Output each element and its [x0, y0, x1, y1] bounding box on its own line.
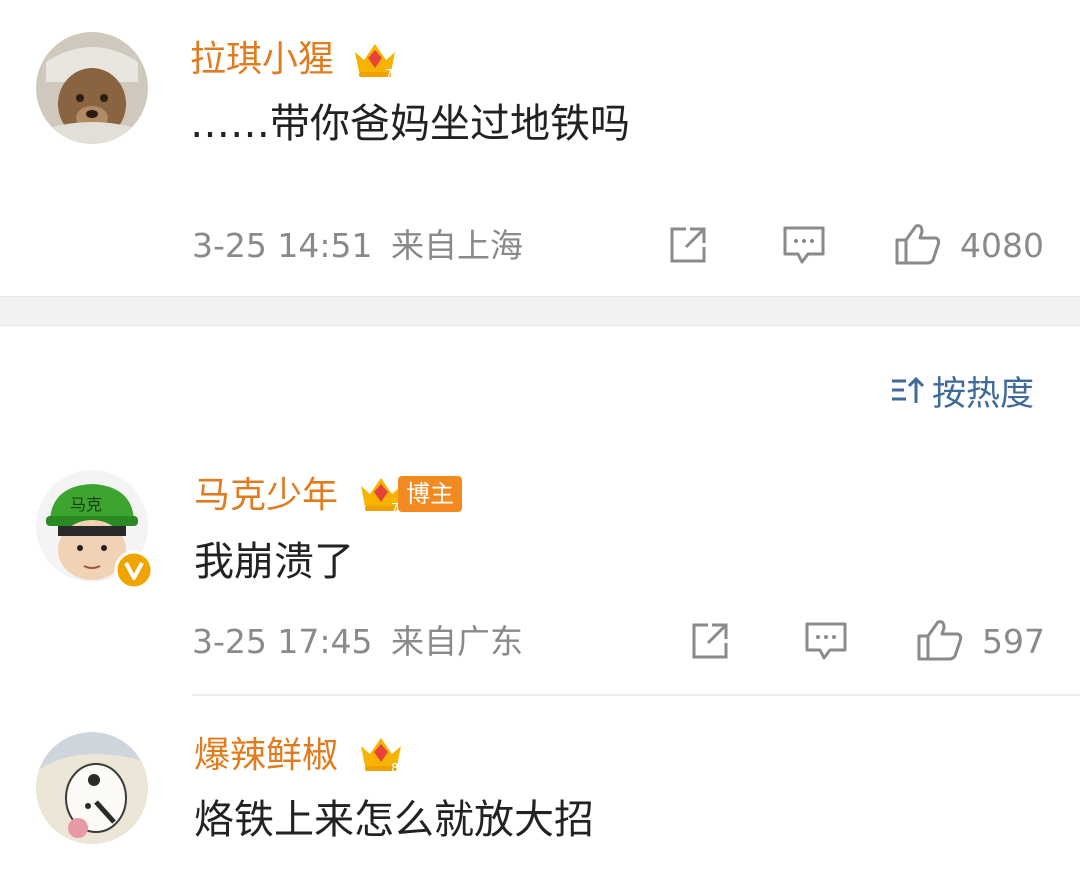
sort-by-heat-button[interactable]: 按热度 [890, 370, 1034, 414]
comment-item: 拉琪小猩 7 ……带你爸妈坐过地铁吗 3-25 14:51 来自上海 4080 [0, 0, 1080, 296]
like-count: 597 [982, 622, 1045, 661]
location: 来自上海 [391, 226, 523, 265]
teddy-bear-avatar [36, 32, 148, 144]
svg-text:7: 7 [385, 67, 393, 80]
timestamp: 3-25 14:51 [192, 226, 373, 265]
share-icon[interactable] [668, 225, 710, 265]
comment-meta: 3-25 14:51 来自上海 [192, 226, 523, 266]
avatar[interactable] [36, 732, 148, 844]
like-icon[interactable] [916, 618, 964, 662]
section-divider [0, 296, 1080, 326]
comment-text: ……带你爸妈坐过地铁吗 [190, 101, 630, 147]
location: 来自广东 [391, 622, 523, 661]
comment-text: 我崩溃了 [194, 539, 354, 585]
comment-icon[interactable] [782, 224, 826, 266]
username[interactable]: 爆辣鲜椒 [194, 736, 338, 776]
svg-text:8: 8 [391, 761, 399, 774]
cartoon-avatar [36, 732, 148, 844]
crown-badge-icon: 7 [355, 44, 395, 80]
comment-text: 烙铁上来怎么就放大招 [194, 797, 594, 843]
comment-divider [192, 694, 1080, 696]
sort-label: 按热度 [932, 373, 1034, 414]
sort-icon [892, 376, 925, 403]
avatar[interactable] [36, 32, 148, 144]
author-tag: 博主 [398, 476, 462, 512]
crown-badge-icon: 8 [361, 738, 401, 774]
timestamp: 3-25 17:45 [192, 622, 373, 661]
username[interactable]: 拉琪小猩 [190, 40, 334, 80]
svg-text:马克: 马克 [70, 495, 102, 514]
comment-icon[interactable] [804, 620, 848, 662]
verified-badge-icon [114, 550, 154, 590]
comment-meta: 3-25 17:45 来自广东 [192, 622, 523, 662]
username[interactable]: 马克少年 [194, 476, 338, 516]
like-icon[interactable] [894, 222, 942, 266]
like-count: 4080 [960, 226, 1044, 265]
share-icon[interactable] [690, 621, 732, 661]
